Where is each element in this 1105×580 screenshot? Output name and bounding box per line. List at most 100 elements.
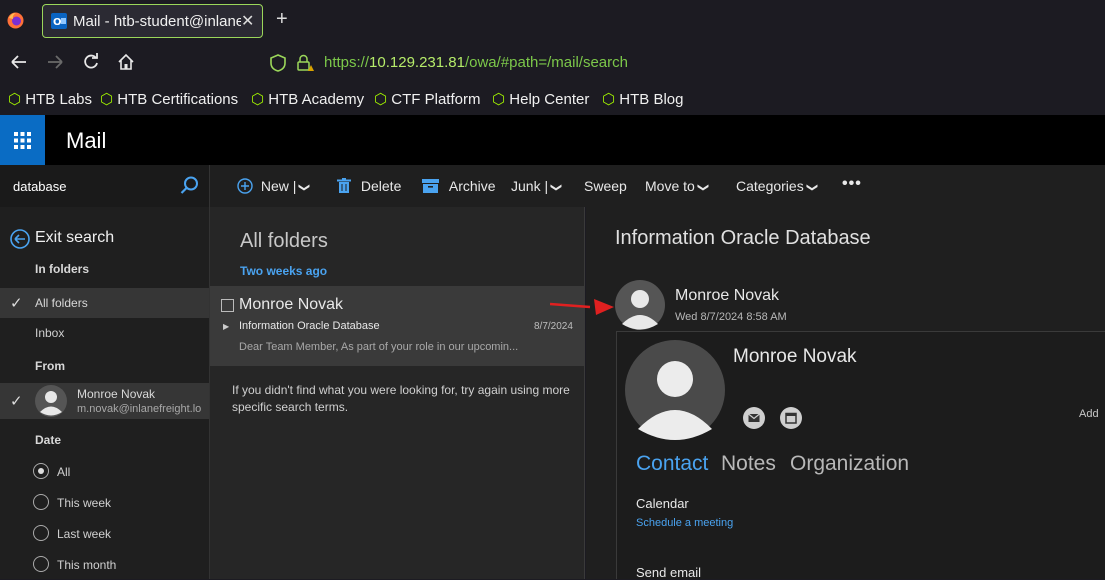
outlook-icon: O: [51, 13, 67, 29]
more-options-button[interactable]: •••: [842, 175, 862, 193]
date-option-label: Last week: [57, 527, 112, 541]
exit-search-button[interactable]: Exit search: [10, 228, 200, 250]
date-heading: Date: [35, 433, 62, 447]
plus-circle-icon: [237, 178, 253, 194]
email-circle-icon[interactable]: [742, 406, 766, 435]
app-launcher-button[interactable]: [0, 115, 45, 165]
close-tab-icon[interactable]: ✕: [241, 11, 254, 31]
radio-date-last-week[interactable]: [33, 525, 49, 541]
back-arrow-circle-icon: [10, 229, 30, 254]
address-bar-url[interactable]: https://10.129.231.81/owa/#path=/mail/se…: [324, 54, 628, 71]
delete-label: Delete: [360, 178, 402, 194]
bookmark-htb-blog[interactable]: ⬡ HTB Blog: [602, 90, 683, 108]
tab-organization[interactable]: Organization: [790, 452, 909, 476]
message-subject-heading: Information Oracle Database: [615, 227, 871, 249]
send-email-label[interactable]: Send email: [636, 565, 701, 580]
shield-icon[interactable]: [270, 54, 286, 77]
home-icon[interactable]: [117, 53, 135, 76]
list-title: All folders: [240, 230, 328, 252]
cube-icon: ⬡: [492, 91, 506, 108]
contact-card-name: Monroe Novak: [733, 346, 857, 367]
bookmark-label: HTB Academy: [268, 91, 365, 108]
tab-notes[interactable]: Notes: [721, 452, 776, 476]
message-item[interactable]: Monroe Novak ▶ Information Oracle Databa…: [210, 286, 584, 366]
firefox-icon[interactable]: [7, 12, 24, 29]
red-annotation-arrow: [549, 297, 616, 320]
back-icon[interactable]: [10, 54, 28, 75]
cube-icon: ⬡: [602, 91, 616, 108]
move-to-label: Move to: [645, 178, 695, 194]
archive-label: Archive: [448, 178, 496, 194]
from-filter-person[interactable]: ✓ Monroe Novak m.novak@inlanefreight.loc…: [0, 383, 209, 419]
bookmark-ctf-platform[interactable]: ⬡ CTF Platform: [374, 90, 480, 108]
radio-date-this-month[interactable]: [33, 556, 49, 572]
bookmark-help-center[interactable]: ⬡ Help Center: [492, 90, 589, 108]
message-date: 8/7/2024: [534, 321, 573, 332]
chevron-down-icon[interactable]: ❯: [550, 183, 563, 192]
folder-all-folders[interactable]: ✓ All folders: [0, 288, 209, 318]
chevron-down-icon: ❯: [805, 182, 818, 193]
search-icon[interactable]: [180, 176, 199, 200]
bookmark-htb-academy[interactable]: ⬡ HTB Academy: [251, 90, 364, 108]
sender-name[interactable]: Monroe Novak: [675, 287, 779, 305]
move-to-button[interactable]: Move to ❯: [645, 178, 709, 194]
from-person-name: Monroe Novak: [77, 387, 156, 401]
contact-card-avatar: [624, 339, 726, 446]
sweep-button[interactable]: Sweep: [584, 178, 627, 194]
forward-icon[interactable]: [46, 54, 64, 75]
separator: |: [540, 178, 549, 194]
avatar: [35, 385, 67, 422]
new-label: New: [260, 178, 289, 194]
bookmark-htb-certifications[interactable]: ⬡ HTB Certifications: [100, 90, 238, 108]
radio-date-this-week[interactable]: [33, 494, 49, 510]
in-folders-heading: In folders: [35, 262, 90, 276]
message-list: All folders Two weeks ago Monroe Novak ▶…: [210, 207, 585, 579]
reload-icon[interactable]: [82, 53, 100, 76]
date-option-label: This month: [57, 558, 117, 572]
junk-button[interactable]: Junk | ❯: [511, 178, 563, 194]
calendar-circle-icon[interactable]: [779, 406, 803, 435]
expand-caret-icon[interactable]: ▶: [223, 322, 229, 331]
command-toolbar: New | ❯ Delete Archive Junk | ❯ Sweep Mo…: [210, 165, 1105, 207]
checkmark-icon: ✓: [10, 393, 23, 410]
search-hint-text: If you didn't find what you were looking…: [232, 383, 570, 414]
message-checkbox[interactable]: [221, 299, 234, 312]
bookmark-htb-labs[interactable]: ⬡ HTB Labs: [8, 90, 92, 108]
trash-icon: [337, 178, 351, 193]
bookmarks-bar: ⬡ HTB Labs ⬡ HTB Certifications ⬡ HTB Ac…: [0, 84, 1105, 115]
app-title: Mail: [66, 128, 107, 153]
checkmark-icon: ✓: [10, 295, 23, 312]
date-option-label: This week: [57, 496, 112, 510]
browser-tab-bar: O Mail - htb-student@inlanefreight.local…: [0, 0, 1105, 42]
categories-button[interactable]: Categories ❯: [736, 178, 818, 194]
message-subject: Information Oracle Database: [239, 320, 380, 332]
new-tab-icon[interactable]: +: [276, 8, 288, 31]
cube-icon: ⬡: [100, 91, 114, 108]
search-input[interactable]: database: [13, 179, 67, 194]
from-person-email: m.novak@inlanefreight.local: [77, 403, 201, 415]
message-sender: Monroe Novak: [239, 296, 344, 313]
from-heading: From: [35, 359, 65, 373]
waffle-icon: [14, 132, 31, 154]
search-box[interactable]: database: [0, 165, 209, 207]
radio-date-all[interactable]: [33, 463, 49, 479]
sender-avatar[interactable]: [615, 280, 665, 335]
reading-pane: Information Oracle Database Monroe Novak…: [549, 207, 1105, 580]
folder-inbox[interactable]: Inbox: [35, 326, 64, 340]
tab-title: Mail - htb-student@inlanefreight.local: [73, 13, 241, 30]
browser-tab-active[interactable]: O Mail - htb-student@inlanefreight.local…: [42, 4, 263, 38]
left-navigation: database Exit search In folders ✓ All fo…: [0, 165, 210, 579]
tab-contact[interactable]: Contact: [636, 452, 708, 476]
new-button[interactable]: New | ❯: [237, 178, 310, 194]
chevron-down-icon[interactable]: ❯: [298, 183, 311, 192]
lock-warning-icon[interactable]: [296, 54, 314, 77]
bookmark-label: CTF Platform: [391, 91, 481, 108]
date-group-label: Two weeks ago: [240, 264, 328, 278]
schedule-meeting-link[interactable]: Schedule a meeting: [636, 517, 733, 529]
contact-card: Monroe Novak Add Contact Notes Organizat…: [616, 331, 1105, 580]
ellipsis-icon: •••: [842, 175, 862, 192]
delete-button[interactable]: Delete: [337, 178, 401, 194]
archive-button[interactable]: Archive: [422, 178, 496, 194]
folder-label: All folders: [35, 296, 88, 310]
add-contact-link[interactable]: Add: [1079, 408, 1099, 420]
